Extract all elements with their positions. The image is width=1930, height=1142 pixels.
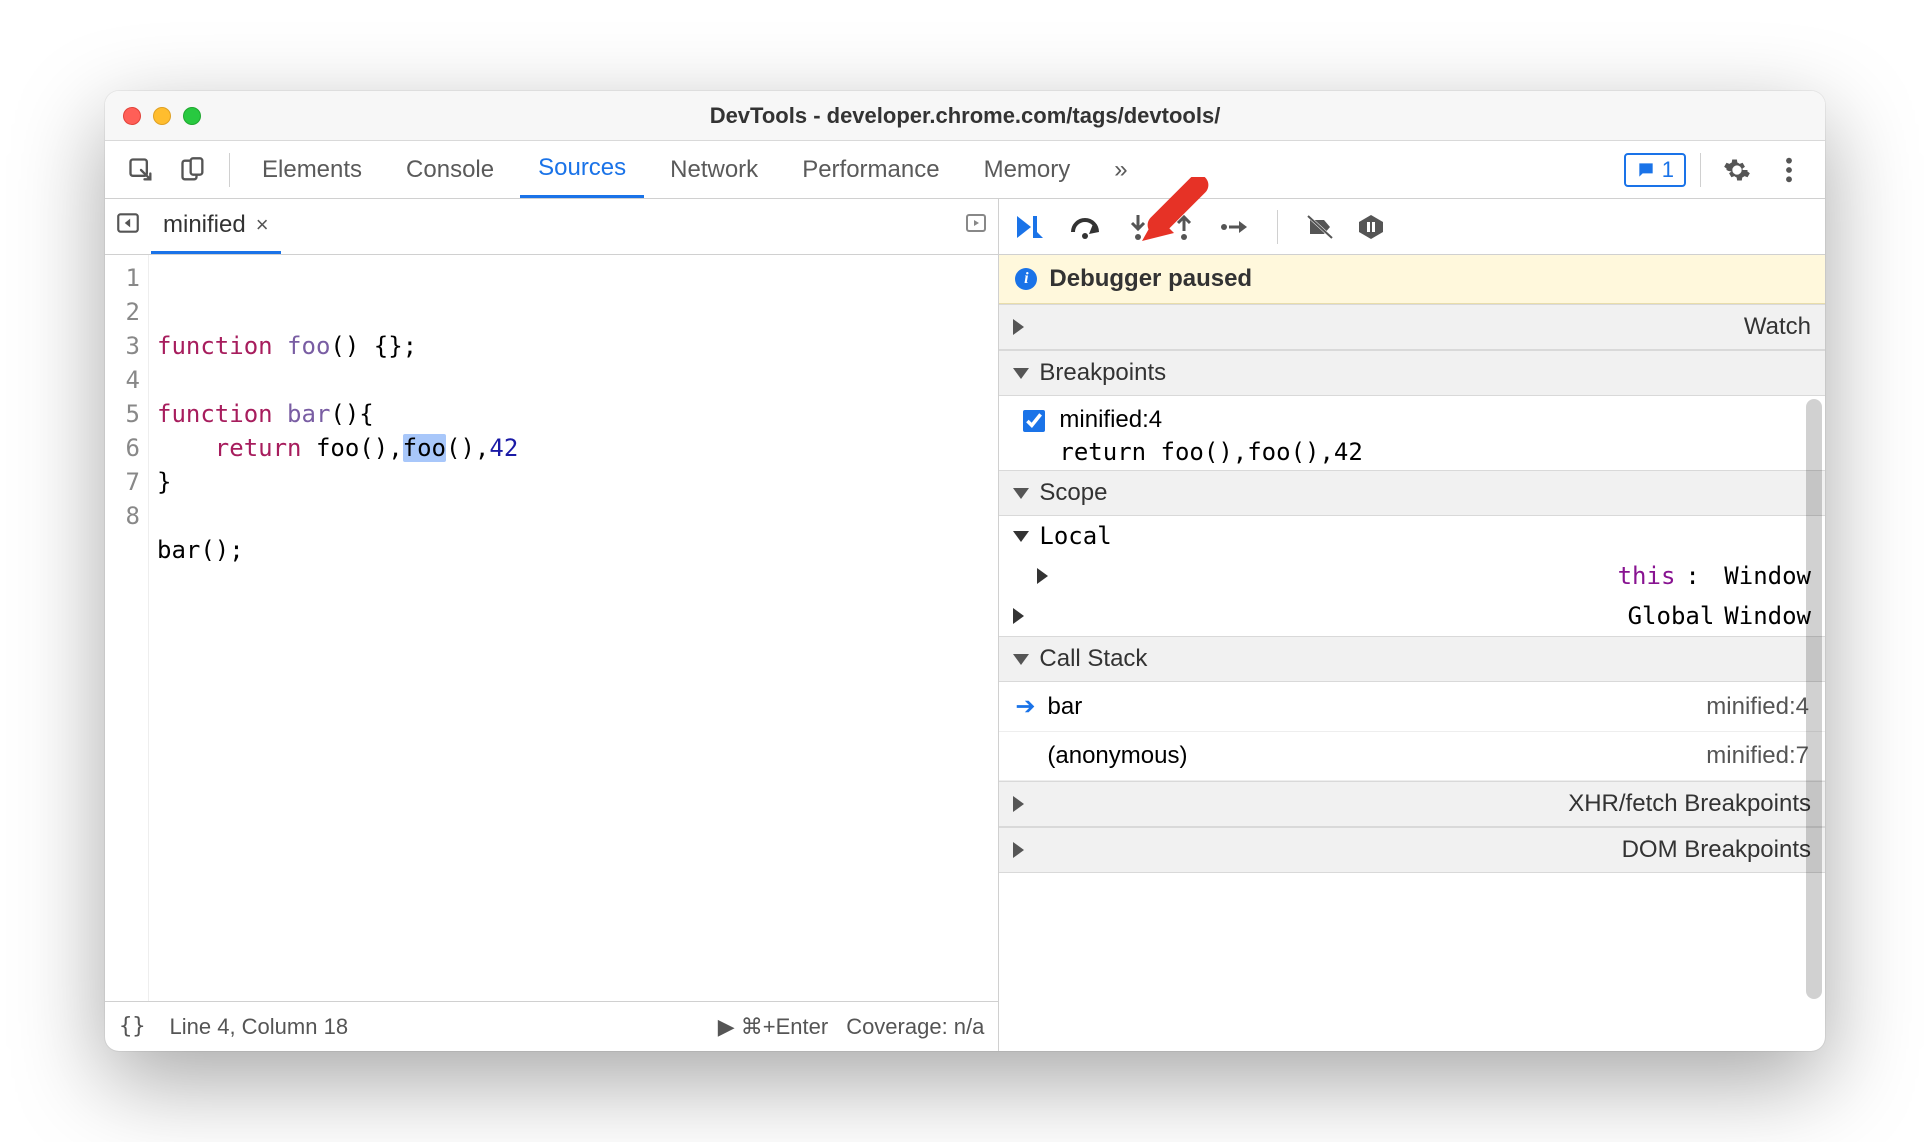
tab-performance[interactable]: Performance	[784, 141, 957, 198]
resume-icon[interactable]	[1015, 214, 1045, 240]
debug-toolbar	[999, 199, 1825, 255]
issues-count: 1	[1662, 157, 1674, 183]
navigator-toggle-icon[interactable]	[115, 210, 141, 243]
line-gutter: 12345678	[105, 255, 149, 1001]
callstack-section-header[interactable]: Call Stack	[999, 636, 1825, 682]
coverage-status: Coverage: n/a	[846, 1014, 984, 1040]
cursor-position: Line 4, Column 18	[170, 1014, 349, 1040]
file-tabbar: minified ×	[105, 199, 998, 255]
step-icon[interactable]	[1219, 216, 1249, 238]
scope-this-row[interactable]: this: Window	[999, 556, 1825, 596]
breakpoints-list: minified:4 return foo(),foo(),42	[999, 396, 1825, 470]
callstack-frame[interactable]: ➔ bar minified:4	[999, 682, 1825, 732]
scope-global-row[interactable]: Global Window	[999, 596, 1825, 636]
breakpoint-checkbox[interactable]	[1023, 410, 1045, 432]
issues-badge[interactable]: 1	[1624, 153, 1686, 187]
breakpoint-item[interactable]: minified:4 return foo(),foo(),42	[999, 396, 1825, 470]
deactivate-breakpoints-icon[interactable]	[1306, 214, 1334, 240]
device-toolbar-icon[interactable]	[171, 148, 215, 192]
step-out-icon[interactable]	[1173, 213, 1195, 241]
window-minimize-button[interactable]	[153, 107, 171, 125]
watch-section-header[interactable]: Watch	[999, 304, 1825, 350]
step-into-icon[interactable]	[1127, 213, 1149, 241]
breakpoint-code: return foo(),foo(),42	[1059, 438, 1362, 466]
code-editor[interactable]: 12345678 function foo() {}; function bar…	[105, 255, 998, 1001]
window-title: DevTools - developer.chrome.com/tags/dev…	[105, 103, 1825, 129]
tab-memory[interactable]: Memory	[966, 141, 1089, 198]
window-close-button[interactable]	[123, 107, 141, 125]
more-menu-icon[interactable]	[1767, 148, 1811, 192]
info-icon: i	[1015, 268, 1037, 290]
settings-icon[interactable]	[1715, 148, 1759, 192]
debugger-paused-text: Debugger paused	[1049, 265, 1252, 293]
code-text: function foo() {}; function bar(){ retur…	[149, 255, 998, 1001]
devtools-window: DevTools - developer.chrome.com/tags/dev…	[105, 91, 1825, 1051]
tab-elements[interactable]: Elements	[244, 141, 380, 198]
tab-console[interactable]: Console	[388, 141, 512, 198]
tabs-overflow[interactable]: »	[1096, 141, 1145, 198]
window-maximize-button[interactable]	[183, 107, 201, 125]
run-hint: ▶ ⌘+Enter	[718, 1014, 828, 1040]
xhr-breakpoints-section-header[interactable]: XHR/fetch Breakpoints	[999, 781, 1825, 827]
file-tab-minified[interactable]: minified ×	[151, 199, 281, 254]
file-tab-label: minified	[163, 211, 246, 239]
breakpoints-section-header[interactable]: Breakpoints	[999, 350, 1825, 396]
callstack-frame[interactable]: (anonymous) minified:7	[999, 732, 1825, 781]
current-frame-arrow-icon: ➔	[1015, 692, 1035, 721]
step-over-icon[interactable]	[1069, 214, 1103, 240]
debugger-panel: i Debugger paused Watch Breakpoints mini…	[999, 199, 1825, 1051]
scope-local-row[interactable]: Local	[999, 516, 1825, 556]
dom-breakpoints-section-header[interactable]: DOM Breakpoints	[999, 827, 1825, 873]
run-snippet-icon[interactable]	[964, 211, 988, 242]
close-file-icon[interactable]: ×	[256, 212, 269, 238]
tab-sources[interactable]: Sources	[520, 141, 644, 198]
traffic-lights	[123, 107, 201, 125]
callstack-body: ➔ bar minified:4 (anonymous) minified:7	[999, 682, 1825, 781]
scope-body: Local this: Window Global Window	[999, 516, 1825, 636]
main-split: minified × 12345678 function foo() {}; f…	[105, 199, 1825, 1051]
pretty-print-icon[interactable]: {}	[119, 1014, 146, 1039]
titlebar: DevTools - developer.chrome.com/tags/dev…	[105, 91, 1825, 141]
inspect-element-icon[interactable]	[119, 148, 163, 192]
breakpoint-label: minified:4	[1059, 406, 1362, 434]
editor-statusbar: {} Line 4, Column 18 ▶ ⌘+Enter Coverage:…	[105, 1001, 998, 1051]
main-tabbar: Elements Console Sources Network Perform…	[105, 141, 1825, 199]
pause-on-exceptions-icon[interactable]	[1358, 214, 1384, 240]
scope-section-header[interactable]: Scope	[999, 470, 1825, 516]
scrollbar[interactable]	[1806, 399, 1822, 999]
source-panel: minified × 12345678 function foo() {}; f…	[105, 199, 999, 1051]
debugger-paused-banner: i Debugger paused	[999, 255, 1825, 304]
tab-network[interactable]: Network	[652, 141, 776, 198]
